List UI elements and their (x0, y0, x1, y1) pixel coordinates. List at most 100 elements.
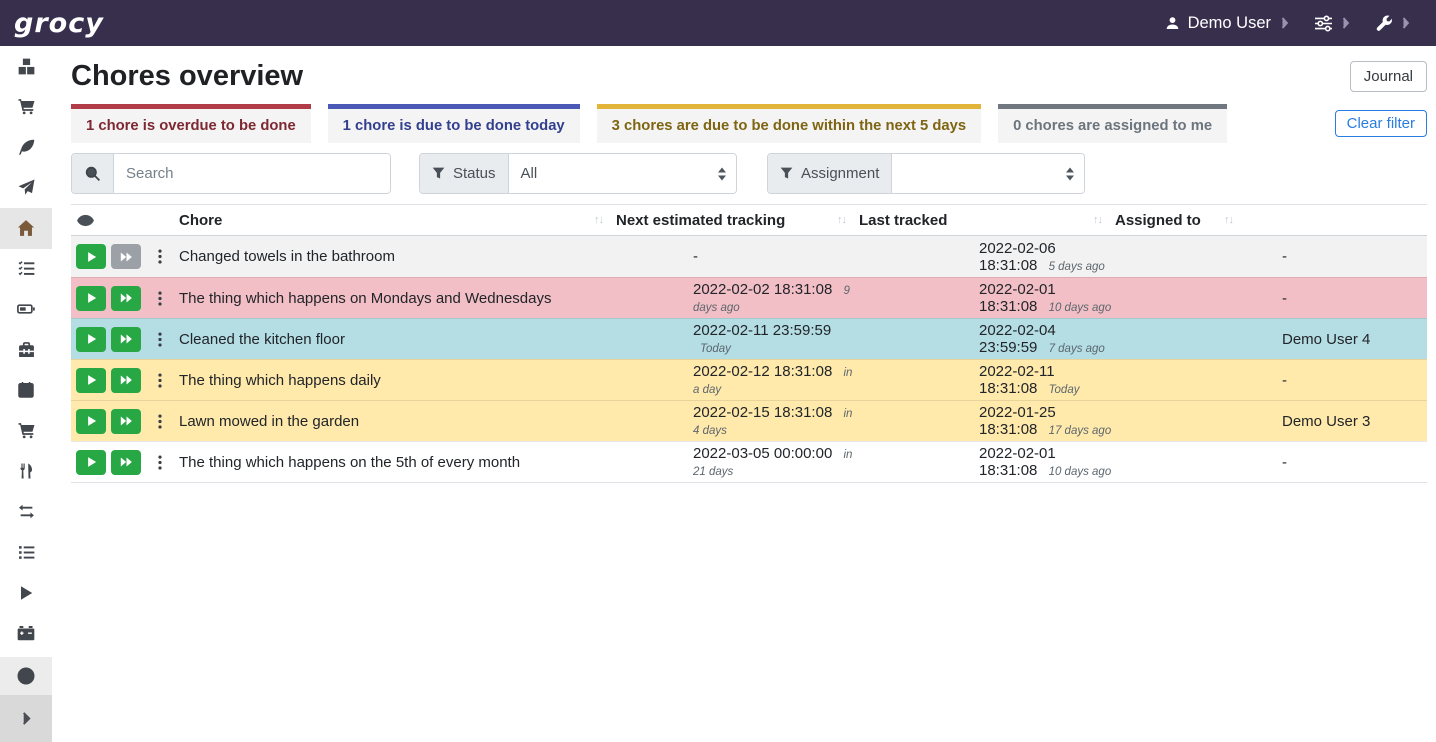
chores-table: Chore ↑↓ Next estimated tracking ↑↓ Last… (71, 204, 1427, 483)
sort-icon: ↑↓ (1224, 214, 1233, 226)
sidebar-item-chore-tracking[interactable] (0, 573, 52, 614)
row-menu-button[interactable] (155, 371, 165, 390)
search-group (71, 153, 391, 194)
settings-menu[interactable] (1376, 15, 1410, 31)
next-tracking-date: 2022-02-12 18:31:08 (693, 363, 832, 380)
feather-icon (18, 139, 35, 156)
track-chore-execution-button[interactable] (76, 409, 106, 434)
vertical-ellipsis-icon (158, 373, 162, 388)
last-tracked-date: 2022-01-25 18:31:08 (979, 404, 1056, 438)
last-tracked-timeago: 5 days ago (1049, 261, 1105, 273)
sidebar-item-transfer[interactable] (0, 492, 52, 533)
row-menu-button[interactable] (155, 289, 165, 308)
sidebar-item-meal-plan[interactable] (0, 168, 52, 209)
track-chore-execution-button[interactable] (76, 368, 106, 393)
row-menu-button[interactable] (155, 412, 165, 431)
skip-chore-execution-button[interactable] (111, 327, 141, 352)
chore-name: Lawn mowed in the garden (179, 413, 616, 430)
next-tracking-date: 2022-02-15 18:31:08 (693, 404, 832, 421)
skip-chore-execution-button[interactable] (111, 286, 141, 311)
select-caret-icon (718, 167, 727, 180)
chores-table-body: Changed towels in the bathroom - 2022-02… (71, 236, 1427, 483)
fast-forward-icon (120, 333, 133, 345)
row-menu-button[interactable] (155, 330, 165, 349)
user-menu[interactable]: Demo User (1165, 14, 1289, 33)
fast-forward-icon (120, 456, 133, 468)
skip-chore-execution-button[interactable] (111, 450, 141, 475)
play-icon (86, 415, 97, 427)
sort-icon: ↑↓ (594, 214, 603, 226)
last-tracked-cell: 2022-02-11 18:31:08 Today (859, 363, 1115, 397)
last-tracked-date: 2022-02-11 18:31:08 (979, 363, 1055, 397)
sidebar-item-calendar[interactable] (0, 370, 52, 411)
list-check-icon (18, 260, 35, 277)
sidebar-item-shopping-list[interactable] (0, 87, 52, 128)
chore-name: Cleaned the kitchen floor (179, 331, 616, 348)
vertical-ellipsis-icon (158, 455, 162, 470)
last-tracked-timeago: 10 days ago (1049, 302, 1112, 314)
next-estimated-tracking-cell: 2022-02-11 23:59:59 Today (616, 322, 859, 356)
sidebar-item-inventory[interactable] (0, 532, 52, 573)
assignment-select[interactable] (892, 154, 1084, 193)
user-name: Demo User (1188, 14, 1271, 33)
track-chore-execution-button[interactable] (76, 244, 106, 269)
journal-button[interactable]: Journal (1350, 61, 1427, 92)
sliders-icon (1315, 15, 1332, 32)
status-select-value: All (521, 165, 538, 182)
sidebar-item-recipes[interactable] (0, 127, 52, 168)
sidebar-item-consume[interactable] (0, 451, 52, 492)
sidebar-item-stock-overview[interactable] (0, 46, 52, 87)
row-actions (71, 409, 179, 434)
manage-master-data-menu[interactable] (1315, 15, 1350, 32)
summary-card[interactable]: 3 chores are due to be done within the n… (597, 104, 981, 143)
toolbox-icon (18, 341, 35, 358)
column-header-last-tracked[interactable]: Last tracked ↑↓ (859, 212, 1115, 229)
chevron-right-icon (1342, 17, 1350, 29)
column-header-next-estimated-tracking[interactable]: Next estimated tracking ↑↓ (616, 212, 859, 229)
next-estimated-tracking-cell: - (616, 248, 859, 265)
sidebar-item-battery-tracking[interactable] (0, 613, 52, 654)
column-header-visibility[interactable] (71, 212, 179, 229)
row-actions (71, 327, 179, 352)
last-tracked-cell: 2022-02-06 18:31:08 5 days ago (859, 240, 1115, 274)
skip-chore-execution-button[interactable] (111, 368, 141, 393)
track-chore-execution-button[interactable] (76, 450, 106, 475)
chore-name: The thing which happens daily (179, 372, 616, 389)
sidebar-item-tasks[interactable] (0, 249, 52, 290)
row-actions (71, 368, 179, 393)
sidebar-item-purchase[interactable] (0, 411, 52, 452)
filter-funnel-icon (780, 167, 793, 180)
status-select[interactable]: All (509, 154, 736, 193)
topbar: grocy Demo User (0, 0, 1436, 46)
status-filter-group: Status All (419, 153, 737, 194)
summary-card[interactable]: 1 chore is overdue to be done (71, 104, 311, 143)
paper-plane-icon (18, 179, 35, 196)
chore-name: The thing which happens on Mondays and W… (179, 290, 616, 307)
sidebar-item-chores-overview[interactable] (0, 208, 52, 249)
sidebar-item-equipment[interactable] (0, 330, 52, 371)
row-menu-button[interactable] (155, 247, 165, 266)
summary-card-label: 1 chore is due to be done today (343, 118, 565, 134)
sidebar-item-collapse-sidebar[interactable] (0, 695, 52, 742)
sidebar-bottom-section (0, 657, 52, 742)
chevron-right-icon (19, 711, 34, 726)
sidebar-item-user-settings[interactable] (0, 657, 52, 695)
clear-filter-button[interactable]: Clear filter (1335, 110, 1427, 137)
track-chore-execution-button[interactable] (76, 327, 106, 352)
sidebar-item-batteries-overview[interactable] (0, 289, 52, 330)
column-header-chore[interactable]: Chore ↑↓ (179, 212, 616, 229)
vertical-ellipsis-icon (158, 332, 162, 347)
track-chore-execution-button[interactable] (76, 286, 106, 311)
summary-card[interactable]: 0 chores are assigned to me (998, 104, 1227, 143)
grocy-logo[interactable]: grocy (14, 8, 104, 39)
row-menu-button[interactable] (155, 453, 165, 472)
last-tracked-date: 2022-02-06 18:31:08 (979, 240, 1056, 274)
summary-card-label: 0 chores are assigned to me (1013, 118, 1212, 134)
skip-chore-execution-button[interactable] (111, 409, 141, 434)
smiley-icon (17, 667, 35, 685)
last-tracked-timeago: Today (1049, 384, 1080, 396)
last-tracked-timeago: 17 days ago (1049, 425, 1112, 437)
column-header-assigned-to[interactable]: Assigned to ↑↓ (1115, 212, 1246, 229)
search-input[interactable] (114, 154, 390, 193)
summary-card[interactable]: 1 chore is due to be done today (328, 104, 580, 143)
